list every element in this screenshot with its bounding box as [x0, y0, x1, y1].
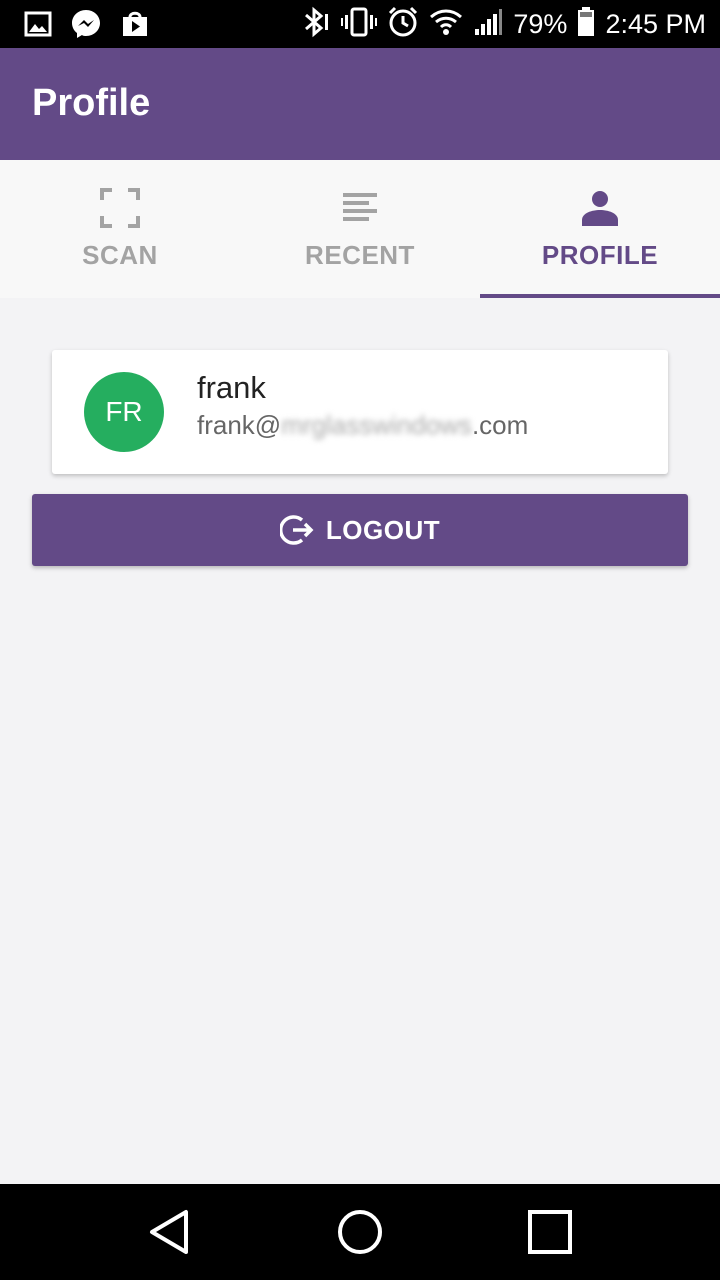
bluetooth-icon [301, 6, 331, 43]
person-icon [582, 191, 618, 226]
active-tab-indicator [480, 294, 720, 298]
status-bar: 79% 2:45 PM [0, 0, 720, 48]
app-bar: Profile [0, 48, 720, 160]
email-prefix: frank@ [197, 410, 282, 440]
tab-profile-label: PROFILE [541, 240, 659, 270]
logout-icon [279, 515, 314, 545]
clock: 2:45 PM [605, 8, 706, 39]
page-title: Profile [32, 82, 151, 124]
scan-icon [100, 188, 140, 228]
back-icon[interactable] [146, 1206, 198, 1258]
avatar-initials: FR [105, 396, 143, 427]
tab-bar: SCAN RECENT PROFILE [0, 160, 720, 298]
logout-button[interactable]: LOGOUT [32, 494, 688, 566]
battery-percentage: 79% [513, 8, 568, 39]
navigation-bar [0, 1184, 720, 1280]
alarm-icon [387, 6, 419, 43]
avatar: FR [84, 372, 164, 452]
tab-scan[interactable]: SCAN [0, 160, 240, 298]
play-store-icon [120, 9, 150, 44]
tab-profile[interactable]: PROFILE [480, 160, 720, 298]
email-domain-redacted: mrglasswindows [281, 410, 472, 440]
signal-icon [473, 7, 503, 42]
list-icon [343, 193, 377, 221]
recents-icon[interactable] [524, 1206, 576, 1258]
logout-label: LOGOUT [325, 514, 441, 545]
messenger-icon [70, 8, 102, 45]
home-icon[interactable] [334, 1206, 386, 1258]
wifi-icon [429, 7, 463, 42]
user-name: frank [197, 370, 266, 405]
vibrate-icon [341, 6, 378, 43]
user-email: frank@mrglasswindows.com [197, 410, 528, 441]
tab-recent-label: RECENT [305, 240, 415, 270]
email-suffix: .com [471, 410, 529, 440]
battery-icon [577, 6, 595, 42]
gallery-icon [24, 10, 52, 43]
tab-scan-label: SCAN [82, 240, 158, 270]
tab-recent[interactable]: RECENT [240, 160, 480, 298]
profile-card: FR frank frank@mrglasswindows.com [52, 350, 668, 474]
